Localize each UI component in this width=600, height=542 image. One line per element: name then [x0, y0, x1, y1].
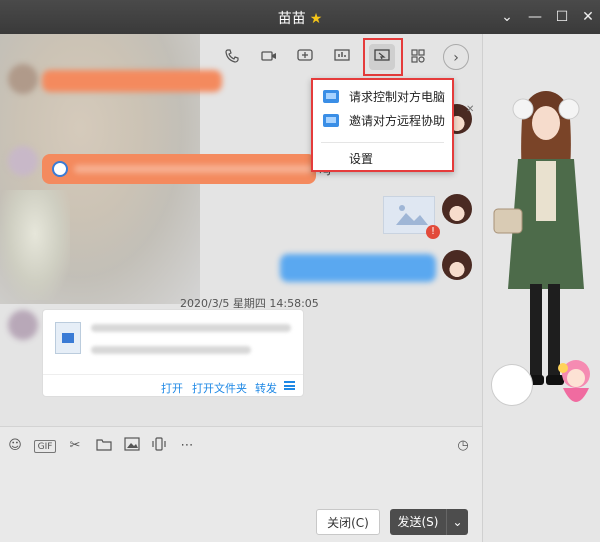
avatar[interactable] — [8, 146, 38, 176]
menu-item-label: 设置 — [349, 152, 374, 166]
contact-name: 苗苗 — [277, 11, 306, 27]
menu-item-request-control[interactable]: 请求控制对方电脑 — [313, 84, 452, 110]
small-character-icon — [558, 360, 590, 402]
video-icon[interactable] — [256, 44, 282, 70]
open-folder-link[interactable]: 打开文件夹 — [192, 380, 247, 396]
chevron-right-icon[interactable]: › — [443, 44, 469, 70]
menu-item-settings[interactable]: 设置 — [313, 146, 452, 172]
chevron-down-icon[interactable]: ⌄ — [496, 6, 518, 28]
menu-divider — [321, 142, 444, 143]
message-bubble[interactable] — [42, 70, 222, 92]
forward-link[interactable]: 转发 — [255, 380, 277, 396]
open-link[interactable]: 打开 — [161, 380, 183, 396]
input-area[interactable]: ☺ GIF ✂ ⋯ ◷ 关闭(C) 发送(S) ⌄ — [0, 426, 482, 542]
character-illustration — [493, 91, 584, 385]
avatar[interactable] — [442, 194, 472, 224]
gif-icon[interactable]: GIF — [34, 440, 56, 453]
star-icon: ★ — [309, 11, 323, 27]
more-icon[interactable]: ⋯ — [178, 437, 196, 455]
message-bubble[interactable] — [280, 254, 436, 282]
file-actions: 打开 打开文件夹 转发 — [43, 374, 303, 396]
minimize-icon[interactable]: — — [524, 6, 546, 28]
file-name-blurred — [91, 324, 291, 332]
highlight-box — [363, 38, 403, 76]
add-message-icon[interactable] — [292, 44, 318, 70]
phone-icon[interactable] — [219, 44, 245, 70]
avatar[interactable] — [8, 64, 38, 94]
avatar[interactable] — [8, 310, 38, 340]
maximize-icon[interactable]: ☐ — [551, 6, 573, 28]
avatar[interactable] — [442, 250, 472, 280]
send-options-button[interactable]: ⌄ — [446, 509, 468, 535]
scissors-icon[interactable]: ✂ — [66, 437, 84, 455]
folder-icon[interactable] — [95, 437, 113, 455]
error-icon[interactable]: ! — [426, 225, 440, 239]
presentation-icon[interactable] — [329, 44, 355, 70]
remote-request-icon — [323, 90, 339, 103]
close-button[interactable]: 关闭(C) — [316, 509, 380, 535]
show-panel — [482, 34, 600, 542]
menu-icon[interactable] — [284, 381, 295, 390]
blurred-text — [74, 165, 314, 173]
send-button[interactable]: 发送(S) — [390, 509, 446, 535]
image-placeholder[interactable]: ! — [383, 196, 440, 239]
shield-icon — [52, 161, 68, 177]
shake-icon[interactable] — [150, 437, 168, 455]
message-bubble[interactable]: 吗 — [42, 154, 331, 184]
file-icon — [55, 322, 81, 354]
clock-icon[interactable]: ◷ — [454, 437, 472, 455]
apps-icon[interactable] — [405, 44, 431, 70]
avatar-circle[interactable] — [491, 364, 533, 406]
scroll-up-icon[interactable]: ✕ — [466, 104, 474, 115]
menu-item-label: 邀请对方远程协助 — [349, 114, 446, 128]
remote-invite-icon — [323, 114, 339, 127]
close-icon[interactable]: ✕ — [577, 6, 599, 28]
file-info-blurred — [91, 346, 251, 354]
title-bar: 苗苗 ★ ⌄ — ☐ ✕ — [0, 0, 600, 34]
remote-assist-menu: 请求控制对方电脑 邀请对方远程协助 设置 — [311, 78, 454, 172]
emoji-icon[interactable]: ☺ — [6, 437, 24, 455]
file-card[interactable]: 打开 打开文件夹 转发 — [42, 309, 304, 397]
menu-item-label: 请求控制对方电脑 — [349, 90, 446, 104]
menu-item-invite-assist[interactable]: 邀请对方远程协助 — [313, 108, 452, 134]
image-icon[interactable] — [123, 437, 141, 455]
